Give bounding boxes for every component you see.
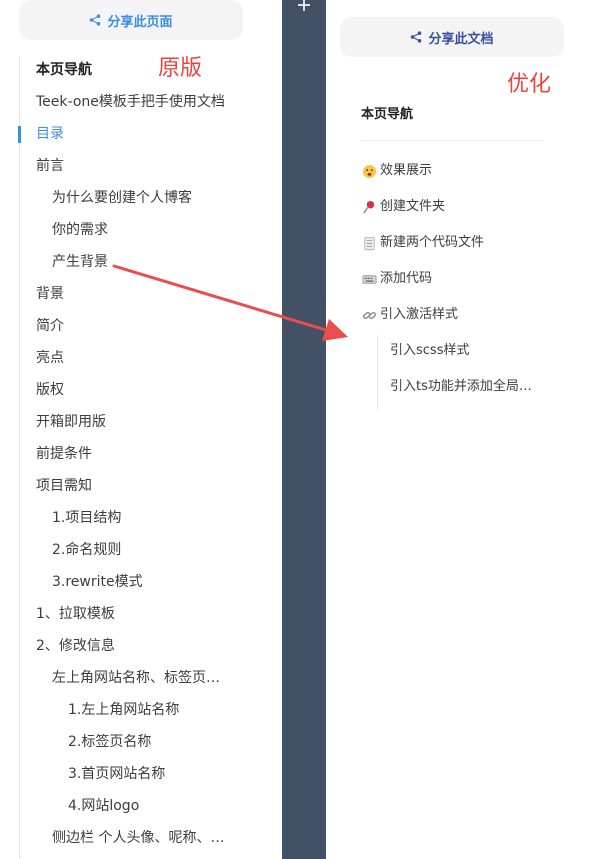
active-item-marker: [18, 126, 21, 143]
toc-rail: [19, 56, 20, 859]
right-toc-item-label: 引入scss样式: [390, 343, 470, 358]
right-toc-panel: [326, 0, 597, 859]
toc-item[interactable]: 为什么要创建个人博客: [52, 182, 242, 214]
right-toc-item[interactable]: 引入激活样式: [362, 303, 552, 327]
toc-item[interactable]: Teek-one模板手把手使用文档: [36, 86, 242, 118]
toc-item[interactable]: 2.命名规则: [52, 534, 242, 566]
right-toc-item-label: 效果展示: [380, 163, 433, 178]
toc-item[interactable]: 开箱即用版: [36, 406, 242, 438]
toc-item[interactable]: 产生背景: [52, 246, 242, 278]
toc-item[interactable]: 项目需知: [36, 470, 242, 502]
toc-item[interactable]: 前提条件: [36, 438, 242, 470]
toc-item[interactable]: 侧边栏 个人头像、呢称、…: [52, 822, 242, 854]
toc-item[interactable]: 3.rewrite模式: [52, 566, 242, 598]
plus-icon: [298, 0, 310, 11]
right-toc-item-label: 引入激活样式: [380, 307, 459, 322]
right-toc-item[interactable]: 引入ts功能并添加全局…: [390, 375, 548, 399]
toc-item[interactable]: 3.首页网站名称: [68, 758, 242, 790]
title-divider: [361, 140, 544, 141]
smiley-emoji-icon: [362, 164, 377, 179]
share-doc-label: 分享此文档: [428, 31, 494, 47]
toc-item[interactable]: 1.项目结构: [52, 502, 242, 534]
toc-sub-rail: [377, 335, 378, 410]
keyboard-emoji-icon: [362, 272, 377, 287]
left-toc-panel: 分享此页面 本页导航 Teek-one模板手把手使用文档 目录 前言 为什么要创建个人博…: [0, 0, 282, 859]
right-toc-item[interactable]: 创建文件夹: [362, 195, 552, 219]
toc-item[interactable]: 亮点: [36, 342, 242, 374]
toc-item[interactable]: 2、修改信息: [36, 630, 242, 662]
right-toc-item[interactable]: 引入scss样式: [390, 339, 548, 363]
toc-item[interactable]: 版权: [36, 374, 242, 406]
page-emoji-icon: [362, 236, 377, 251]
share-doc-button[interactable]: 分享此文档: [340, 17, 564, 57]
share-icon: [89, 14, 101, 26]
right-toc-item[interactable]: 添加代码: [362, 267, 552, 291]
right-toc-title: 本页导航: [361, 107, 414, 122]
panel-divider: [282, 0, 326, 859]
share-page-label: 分享此页面: [107, 14, 173, 30]
pushpin-emoji-icon: [362, 200, 377, 215]
optimized-annotation-label: 优化: [507, 72, 552, 97]
toc-item[interactable]: 简介: [36, 310, 242, 342]
toc-item[interactable]: 1.左上角网站名称: [68, 694, 242, 726]
right-toc-item[interactable]: 新建两个代码文件: [362, 231, 552, 255]
toc-item[interactable]: 1、拉取模板: [36, 598, 242, 630]
share-page-button[interactable]: 分享此页面: [19, 0, 243, 40]
share-icon: [410, 31, 422, 43]
toc-item[interactable]: 2.标签页名称: [68, 726, 242, 758]
toc-title: 本页导航: [36, 62, 92, 78]
right-toc-item[interactable]: 效果展示: [362, 159, 552, 183]
toc-item[interactable]: 4.网站logo: [68, 790, 242, 822]
right-toc-item-label: 添加代码: [380, 271, 433, 286]
right-toc-item-label: 新建两个代码文件: [380, 235, 485, 250]
toc-item[interactable]: 背景: [36, 278, 242, 310]
right-toc-item-label: 引入ts功能并添加全局…: [390, 379, 532, 394]
link-emoji-icon: [362, 308, 377, 323]
original-annotation-label: 原版: [158, 56, 203, 81]
toc-item[interactable]: 前言: [36, 150, 242, 182]
right-toc-item-label: 创建文件夹: [380, 199, 446, 214]
toc-item[interactable]: 目录: [36, 118, 242, 150]
toc-item[interactable]: 你的需求: [52, 214, 242, 246]
toc-item[interactable]: 左上角网站名称、标签页…: [52, 662, 242, 694]
